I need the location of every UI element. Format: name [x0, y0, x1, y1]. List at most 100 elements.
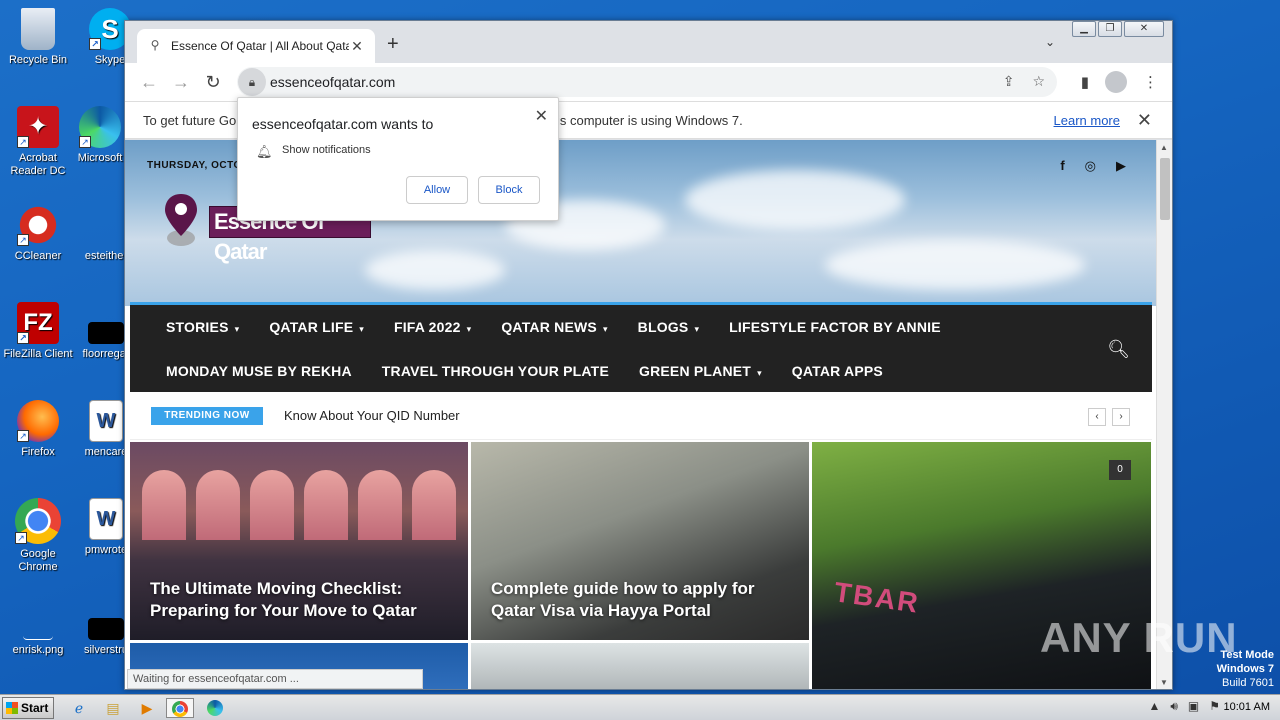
menu-item-qatar-life[interactable]: QATAR LIFE ▾: [269, 319, 364, 335]
youtube-icon[interactable]: ▶: [1116, 158, 1126, 174]
facebook-icon[interactable]: f: [1060, 158, 1064, 174]
block-button[interactable]: Block: [478, 176, 540, 204]
volume-icon[interactable]: 🔊︎: [1170, 699, 1178, 714]
url-text: essenceofqatar.com: [270, 74, 396, 90]
restore-button[interactable]: ❐: [1098, 21, 1122, 37]
scroll-thumb[interactable]: [1160, 158, 1170, 220]
menu-item-blogs[interactable]: BLOGS ▾: [638, 319, 700, 335]
toolbar-right-icons: ▮ ⋮: [1081, 71, 1158, 93]
lock-icon[interactable]: 🔒︎: [238, 68, 266, 96]
filezilla-icon: FZ ↗: [17, 302, 59, 344]
reload-button[interactable]: ↻: [197, 72, 229, 93]
logo-pin-icon: [165, 194, 197, 246]
menu-item-qatar-news[interactable]: QATAR NEWS ▾: [501, 319, 607, 335]
permission-text: Show notifications: [282, 144, 371, 156]
search-icon[interactable]: 🔍︎: [1107, 339, 1130, 360]
omnibox-actions: ⇪ ☆: [1003, 73, 1045, 90]
trending-next-button[interactable]: ›: [1112, 408, 1130, 426]
scroll-down-icon[interactable]: ▼: [1160, 678, 1168, 687]
start-button[interactable]: Start: [2, 697, 54, 719]
build-label: Build 7601: [1222, 677, 1274, 689]
trending-badge: TRENDING NOW: [151, 407, 263, 425]
desktop-icon-firefox[interactable]: ↗ Firefox: [0, 400, 76, 459]
menu-item-stories[interactable]: STORIES ▾: [166, 319, 239, 335]
browser-window: ⚲ Essence Of Qatar | All About Qatar ✕ +…: [124, 20, 1173, 690]
article-card-row2[interactable]: [471, 643, 809, 689]
profile-avatar-icon[interactable]: [1105, 71, 1127, 93]
trending-nav: ‹ ›: [1088, 408, 1130, 426]
trending-prev-button[interactable]: ‹: [1088, 408, 1106, 426]
allow-button[interactable]: Allow: [406, 176, 468, 204]
address-bar[interactable]: 🔒︎ essenceofqatar.com ⇪ ☆: [237, 67, 1057, 97]
menu-item-label: TRAVEL THROUGH YOUR PLATE: [381, 363, 609, 379]
firefox-icon: ↗: [17, 400, 59, 442]
menu-item-travel-through-your-plate[interactable]: TRAVEL THROUGH YOUR PLATE: [382, 363, 609, 379]
desktop-icon-label: pmwrote: [84, 544, 128, 556]
menu-item-label: QATAR LIFE: [269, 319, 354, 335]
back-button[interactable]: ←: [133, 72, 165, 93]
image-file-icon: [23, 618, 53, 640]
network-icon[interactable]: ▣: [1188, 699, 1199, 714]
page-scrollbar[interactable]: ▲ ▼: [1156, 140, 1172, 689]
new-tab-button[interactable]: +: [387, 33, 399, 56]
date-line: THURSDAY, OCTO: [147, 160, 242, 171]
tab-search-chevron-icon[interactable]: ⌄: [1045, 35, 1055, 49]
chrome-taskbar-icon[interactable]: [166, 698, 194, 718]
instagram-icon[interactable]: ◎: [1085, 158, 1096, 174]
desktop-icon-ccleaner[interactable]: ↗ CCleaner: [0, 204, 76, 263]
desktop-icon-label: Acrobat Reader DC: [10, 152, 66, 177]
desktop-icon-google-chrome[interactable]: ↗ Google Chrome: [0, 498, 76, 574]
menu-item-label: MONDAY MUSE BY REKHA: [166, 363, 352, 379]
desktop-icon-label: Skype: [94, 54, 126, 66]
learn-more-link[interactable]: Learn more: [1054, 113, 1120, 128]
desktop-icon-label: floorregar: [82, 348, 130, 360]
menu-row-1: STORIES ▾ QATAR LIFE ▾ FIFA 2022 ▾ QATAR NEWS ▾…: [166, 319, 941, 335]
menu-item-label: FIFA 2022: [393, 319, 461, 335]
scroll-up-icon[interactable]: ▲: [1160, 143, 1168, 152]
desktop-icon-enrisk[interactable]: enrisk.png: [0, 618, 76, 657]
forward-button[interactable]: →: [165, 72, 197, 93]
acrobat-icon: ✦ ↗: [17, 106, 59, 148]
taskbar-clock[interactable]: 10:01 AM: [1224, 701, 1270, 713]
popup-close-icon[interactable]: ✕: [535, 106, 548, 126]
media-player-icon[interactable]: ▶: [136, 698, 158, 718]
article-title[interactable]: The Ultimate Moving Checklist: Preparing…: [150, 578, 452, 622]
tab-close-icon[interactable]: ✕: [349, 38, 365, 55]
action-center-flag-icon[interactable]: ⚑: [1209, 699, 1220, 714]
side-panel-icon[interactable]: ▮: [1081, 73, 1089, 91]
ie-icon[interactable]: ℯ: [68, 698, 90, 718]
menu-item-fifa-2022[interactable]: FIFA 2022 ▾: [394, 319, 471, 335]
tab-essence-of-qatar[interactable]: ⚲ Essence Of Qatar | All About Qatar ✕: [137, 29, 375, 63]
menu-item-qatar-apps[interactable]: QATAR APPS: [792, 363, 883, 379]
black-file-icon: [88, 322, 124, 344]
start-label: Start: [21, 701, 49, 715]
desktop-icon-filezilla[interactable]: FZ ↗ FileZilla Client: [0, 302, 76, 361]
infobar-text-tail: is computer is using Windows 7.: [557, 112, 743, 128]
taskbar: Start ℯ ▤ ▶ ▲ 🔊︎ ▣ ⚑ 10:01 AM: [0, 694, 1280, 720]
test-mode-label: Test Mode: [1220, 649, 1274, 661]
menu-kebab-icon[interactable]: ⋮: [1143, 73, 1158, 91]
desktop-icon-label: mencare: [84, 446, 128, 458]
article-card[interactable]: The Ultimate Moving Checklist: Preparing…: [130, 442, 468, 640]
menu-item-lifestyle-factor-by-annie[interactable]: LIFESTYLE FACTOR BY ANNIE: [729, 319, 941, 335]
minimize-button[interactable]: ▁: [1072, 21, 1096, 37]
menu-item-monday-muse-by-rekha[interactable]: MONDAY MUSE BY REKHA: [166, 363, 352, 379]
article-title[interactable]: Complete guide how to apply for Qatar Vi…: [491, 578, 793, 622]
infobar-text: To get future Go: [143, 112, 237, 128]
menu-item-green-planet[interactable]: GREEN PLANET ▾: [639, 363, 762, 379]
close-window-button[interactable]: ✕: [1124, 21, 1164, 37]
bookmark-star-icon[interactable]: ☆: [1032, 73, 1045, 90]
edge-taskbar-icon[interactable]: [204, 698, 226, 718]
ccleaner-icon: ↗: [17, 204, 59, 246]
desktop-icon-label: FileZilla Client: [3, 348, 73, 360]
trending-headline[interactable]: Know About Your QID Number: [284, 408, 460, 423]
chevron-down-icon: ▾: [359, 324, 364, 334]
share-icon[interactable]: ⇪: [1003, 73, 1015, 90]
desktop-icon-label: Microsoft: [77, 152, 123, 164]
infobar-close-icon[interactable]: ✕: [1137, 110, 1152, 131]
desktop-icon-recycle-bin[interactable]: Recycle Bin: [0, 8, 76, 67]
article-card[interactable]: Complete guide how to apply for Qatar Vi…: [471, 442, 809, 640]
tray-expand-icon[interactable]: ▲: [1148, 699, 1160, 714]
explorer-folder-icon[interactable]: ▤: [102, 698, 124, 718]
site-favicon-icon: ⚲: [150, 38, 160, 52]
